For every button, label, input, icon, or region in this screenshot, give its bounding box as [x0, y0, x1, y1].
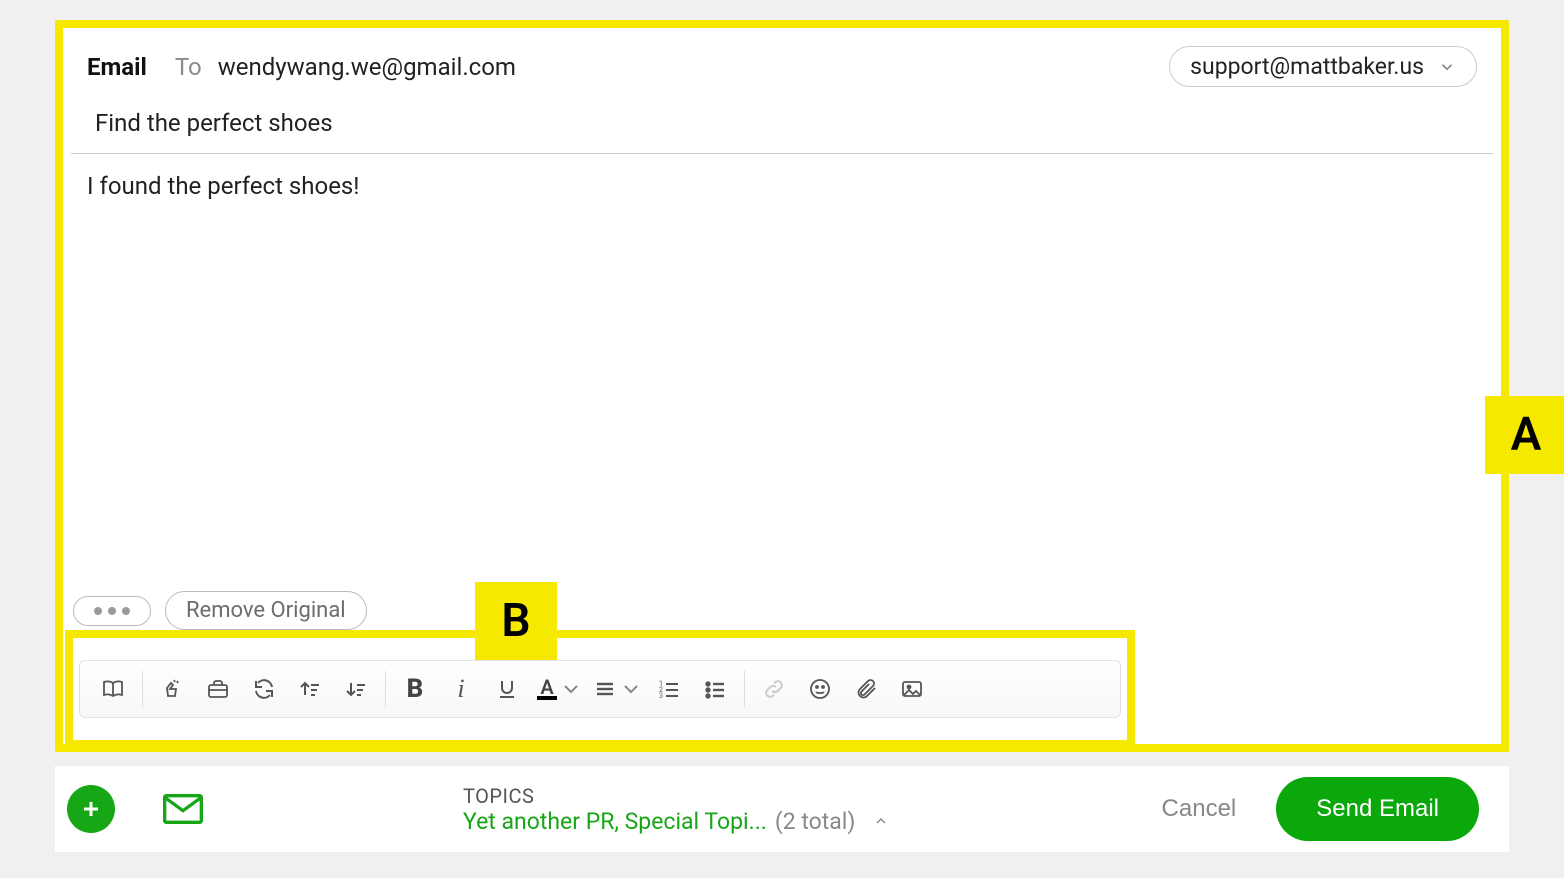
from-dropdown[interactable]: support@mattbaker.us [1169, 46, 1477, 87]
topics-label: TOPICS [463, 784, 889, 808]
attachment-icon[interactable] [843, 666, 889, 712]
toolbar-inner: B i A 123 [79, 660, 1121, 718]
remove-original-button[interactable]: Remove Original [165, 591, 367, 630]
header-row: Email To wendywang.we@gmail.com support@… [63, 28, 1501, 87]
annotation-b: B [475, 582, 557, 660]
chevron-up-icon[interactable] [873, 813, 889, 829]
more-options-button[interactable] [73, 596, 151, 626]
italic-icon[interactable]: i [438, 666, 484, 712]
annotation-a: A [1485, 396, 1564, 474]
emoji-icon[interactable] [797, 666, 843, 712]
app-container: Email To wendywang.we@gmail.com support@… [55, 0, 1509, 878]
link-icon[interactable] [751, 666, 797, 712]
email-label: Email [87, 53, 147, 81]
to-label: To [175, 53, 202, 81]
send-email-button[interactable]: Send Email [1276, 777, 1479, 841]
svg-text:3: 3 [659, 692, 663, 700]
formatting-toolbar: B i A 123 [65, 630, 1135, 748]
recipient-field[interactable]: wendywang.we@gmail.com [218, 53, 516, 81]
text-color-icon[interactable]: A [530, 666, 590, 712]
plus-icon [79, 797, 103, 821]
topics-text[interactable]: Yet another PR, Special Topi... [463, 808, 767, 835]
image-icon[interactable] [889, 666, 935, 712]
mail-icon[interactable] [163, 794, 203, 824]
unordered-list-icon[interactable] [692, 666, 738, 712]
topics-block: TOPICS Yet another PR, Special Topi... (… [463, 784, 889, 835]
topics-count: (2 total) [775, 808, 856, 835]
sort-desc-icon[interactable] [333, 666, 379, 712]
from-email: support@mattbaker.us [1190, 53, 1424, 80]
footer-bar: TOPICS Yet another PR, Special Topi... (… [55, 766, 1509, 852]
add-button[interactable] [67, 785, 115, 833]
bold-icon[interactable]: B [392, 666, 438, 712]
align-icon[interactable] [590, 666, 646, 712]
clap-icon[interactable] [149, 666, 195, 712]
subject-field[interactable]: Find the perfect shoes [71, 87, 1493, 154]
sort-asc-icon[interactable] [287, 666, 333, 712]
chevron-down-icon [1438, 58, 1456, 76]
briefcase-icon[interactable] [195, 666, 241, 712]
book-icon[interactable] [90, 666, 136, 712]
cancel-button[interactable]: Cancel [1162, 795, 1237, 823]
refresh-icon[interactable] [241, 666, 287, 712]
pill-row: Remove Original [73, 591, 367, 630]
email-body[interactable]: I found the perfect shoes! [63, 154, 1501, 534]
compose-panel: Email To wendywang.we@gmail.com support@… [55, 20, 1509, 752]
underline-icon[interactable] [484, 666, 530, 712]
ordered-list-icon[interactable]: 123 [646, 666, 692, 712]
